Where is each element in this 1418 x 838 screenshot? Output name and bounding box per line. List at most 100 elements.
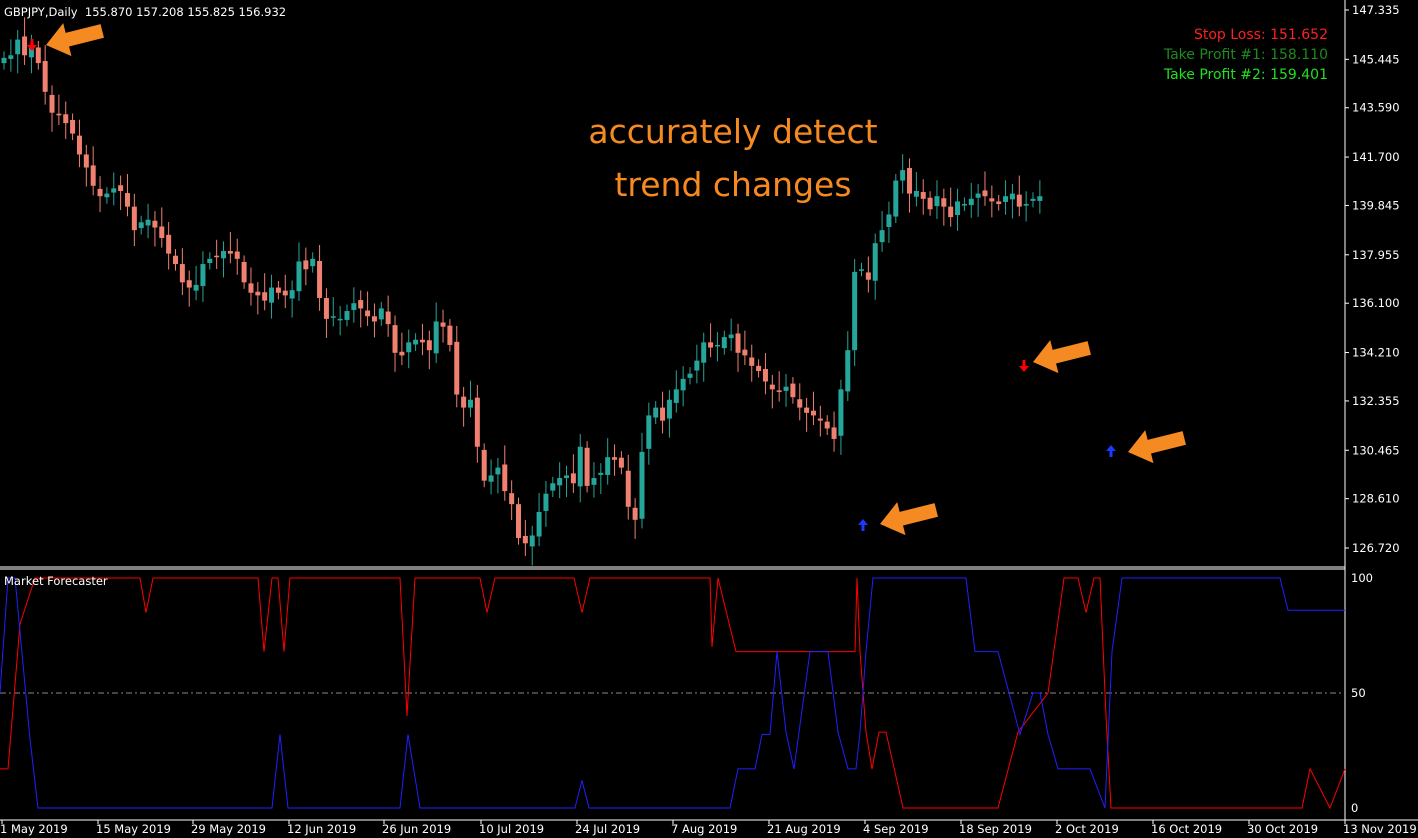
candle-body	[934, 196, 940, 207]
candle-body	[481, 449, 487, 481]
candle-body	[371, 316, 377, 322]
candle-body	[467, 399, 473, 408]
candle-body	[598, 472, 604, 475]
candle-body	[495, 467, 501, 475]
price-tick-label: 143.590	[1352, 101, 1400, 115]
candle-body	[1037, 196, 1043, 201]
candle-body	[687, 373, 693, 378]
candle-body	[83, 154, 89, 168]
date-tick-label: 7 Aug 2019	[671, 822, 737, 836]
candle-body	[282, 290, 288, 296]
candle-body	[166, 234, 172, 254]
take-profit-2-label: Take Profit #2: 159.401	[1163, 67, 1328, 83]
price-tick-label: 126.720	[1352, 541, 1400, 555]
candle-body	[22, 36, 28, 56]
candle-body	[968, 198, 974, 206]
candle-body	[1016, 194, 1022, 207]
candle-body	[666, 399, 672, 419]
candle-body	[461, 396, 467, 408]
candle-body	[35, 47, 41, 64]
candle-body	[234, 251, 240, 259]
candle-body	[1, 57, 7, 64]
candle-body	[289, 290, 295, 299]
ohlc-values: 155.870 157.208 155.825 156.932	[84, 5, 287, 19]
candle-body	[419, 339, 425, 343]
candle-body	[714, 344, 720, 347]
callout-arrow-icon	[880, 502, 938, 536]
candle-body	[564, 475, 570, 479]
price-tick-label: 134.210	[1352, 346, 1400, 360]
candle-body	[118, 185, 124, 191]
date-tick-label: 16 Oct 2019	[1151, 822, 1222, 836]
candle-body	[639, 451, 645, 519]
promo-line-2: trend changes	[614, 165, 852, 204]
candle-body	[680, 378, 686, 391]
mt4-chart-window: 147.335 145.445 143.590 141.700 139.845 137.9…	[0, 0, 1418, 838]
indicator-level-label: 100	[1351, 571, 1373, 585]
candle-body	[955, 201, 961, 215]
candle-body	[721, 337, 727, 349]
candle-body	[728, 334, 734, 339]
symbol-label: GBPJPY,Daily	[4, 5, 78, 19]
candle-body	[426, 340, 432, 351]
candle-body	[859, 269, 864, 271]
candle-body	[762, 368, 768, 382]
sell-signal-arrow	[1019, 360, 1029, 372]
candle-body	[577, 446, 583, 487]
candle-body	[838, 389, 844, 436]
candle-body	[214, 255, 220, 258]
indicator-level-label: 0	[1351, 801, 1358, 815]
candle-body	[632, 507, 638, 520]
candle-body	[63, 114, 69, 124]
buy-signal-arrow	[858, 519, 868, 531]
callout-arrow-icon	[1033, 340, 1091, 374]
candle-body	[179, 264, 185, 283]
date-tick-label: 1 May 2019	[0, 822, 68, 836]
date-tick-label: 13 Nov 2019	[1343, 822, 1417, 836]
candle-body	[653, 407, 659, 418]
candle-body	[824, 421, 830, 429]
candle-body	[769, 384, 775, 390]
price-tick-label: 128.610	[1352, 492, 1400, 506]
candle-body	[351, 303, 357, 310]
candle-body	[817, 418, 823, 421]
candle-body	[296, 261, 302, 292]
price-tick-label: 132.355	[1352, 394, 1400, 408]
candle-body	[872, 243, 878, 281]
candle-body	[111, 188, 117, 193]
candle-body	[509, 493, 515, 505]
candle-body	[365, 310, 371, 317]
candle-body	[323, 297, 329, 319]
candle-body	[317, 260, 323, 298]
candle-body	[385, 311, 391, 325]
candle-body	[797, 399, 803, 408]
candle-body	[735, 333, 741, 353]
candle-body	[810, 410, 816, 416]
candle-body	[406, 342, 412, 353]
candle-body	[207, 258, 213, 264]
candle-body	[529, 535, 535, 547]
candle-body	[138, 222, 144, 229]
candle-body	[269, 287, 275, 303]
candle-body	[660, 407, 666, 421]
candle-body	[15, 39, 21, 55]
candle-body	[536, 511, 542, 537]
candle-body	[310, 258, 316, 267]
candle-body	[330, 316, 336, 318]
candle-body	[708, 342, 714, 348]
candle-body	[646, 415, 652, 449]
candle-body	[152, 220, 158, 228]
candle-body	[344, 311, 350, 320]
candle-body	[413, 339, 419, 345]
date-tick-label: 12 Jun 2019	[287, 822, 356, 836]
candle-body	[941, 198, 947, 207]
candle-body	[961, 204, 967, 206]
price-tick-label: 139.845	[1352, 198, 1400, 212]
candle-body	[488, 475, 494, 482]
candle-body	[742, 349, 748, 356]
sell-signal-arrow	[27, 39, 37, 51]
date-tick-label: 30 Oct 2019	[1247, 822, 1318, 836]
date-tick-label: 2 Oct 2019	[1055, 822, 1119, 836]
candle-body	[749, 357, 755, 366]
price-tick-label: 145.445	[1352, 52, 1400, 66]
